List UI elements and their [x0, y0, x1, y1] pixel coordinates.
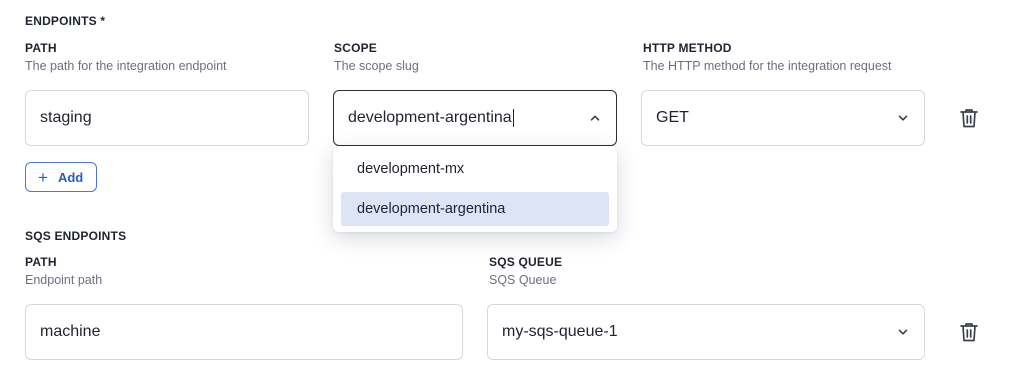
- trash-icon: [959, 321, 979, 343]
- http-method-select[interactable]: GET: [641, 90, 925, 146]
- http-method-column-label: HTTP METHOD: [643, 41, 732, 55]
- add-endpoint-button[interactable]: + Add: [25, 162, 98, 192]
- scope-combobox[interactable]: development-argentina: [333, 90, 617, 146]
- scope-column-help: The scope slug: [334, 59, 419, 73]
- scope-column-label: SCOPE: [334, 41, 378, 55]
- sqs-queue-column-label: SQS QUEUE: [489, 255, 563, 269]
- http-method-column-help: The HTTP method for the integration requ…: [643, 59, 892, 73]
- http-method-value: GET: [656, 109, 689, 126]
- scope-option-development-mx[interactable]: development-mx: [341, 152, 609, 186]
- endpoints-section-title: ENDPOINTS *: [25, 14, 106, 28]
- path-column-label: PATH: [25, 41, 57, 55]
- sqs-queue-select[interactable]: my-sqs-queue-1: [487, 304, 925, 360]
- sqs-path-column-label: PATH: [25, 255, 57, 269]
- endpoint-path-value: staging: [40, 109, 92, 126]
- delete-endpoint-button[interactable]: [957, 106, 981, 130]
- trash-icon: [959, 107, 979, 129]
- plus-icon: +: [38, 167, 48, 187]
- scope-combobox-value: development-argentina: [348, 109, 512, 127]
- sqs-path-value: machine: [40, 323, 101, 340]
- sqs-queue-column-help: SQS Queue: [489, 273, 557, 287]
- path-column-help: The path for the integration endpoint: [25, 59, 227, 73]
- sqs-queue-value: my-sqs-queue-1: [502, 323, 618, 340]
- chevron-up-icon[interactable]: [588, 111, 602, 125]
- sqs-endpoints-section-title: SQS ENDPOINTS: [25, 229, 127, 243]
- scope-dropdown-menu: development-mx development-argentina: [333, 146, 617, 232]
- delete-sqs-endpoint-button[interactable]: [957, 320, 981, 344]
- text-caret: [512, 108, 514, 127]
- endpoint-path-input[interactable]: staging: [25, 90, 309, 146]
- sqs-path-input[interactable]: machine: [25, 304, 463, 360]
- chevron-down-icon: [896, 325, 910, 339]
- sqs-path-column-help: Endpoint path: [25, 273, 103, 287]
- add-endpoint-label: Add: [57, 169, 84, 185]
- scope-combobox-value-wrap: development-argentina: [348, 108, 588, 127]
- chevron-down-icon: [896, 111, 910, 125]
- scope-option-development-argentina[interactable]: development-argentina: [341, 192, 609, 226]
